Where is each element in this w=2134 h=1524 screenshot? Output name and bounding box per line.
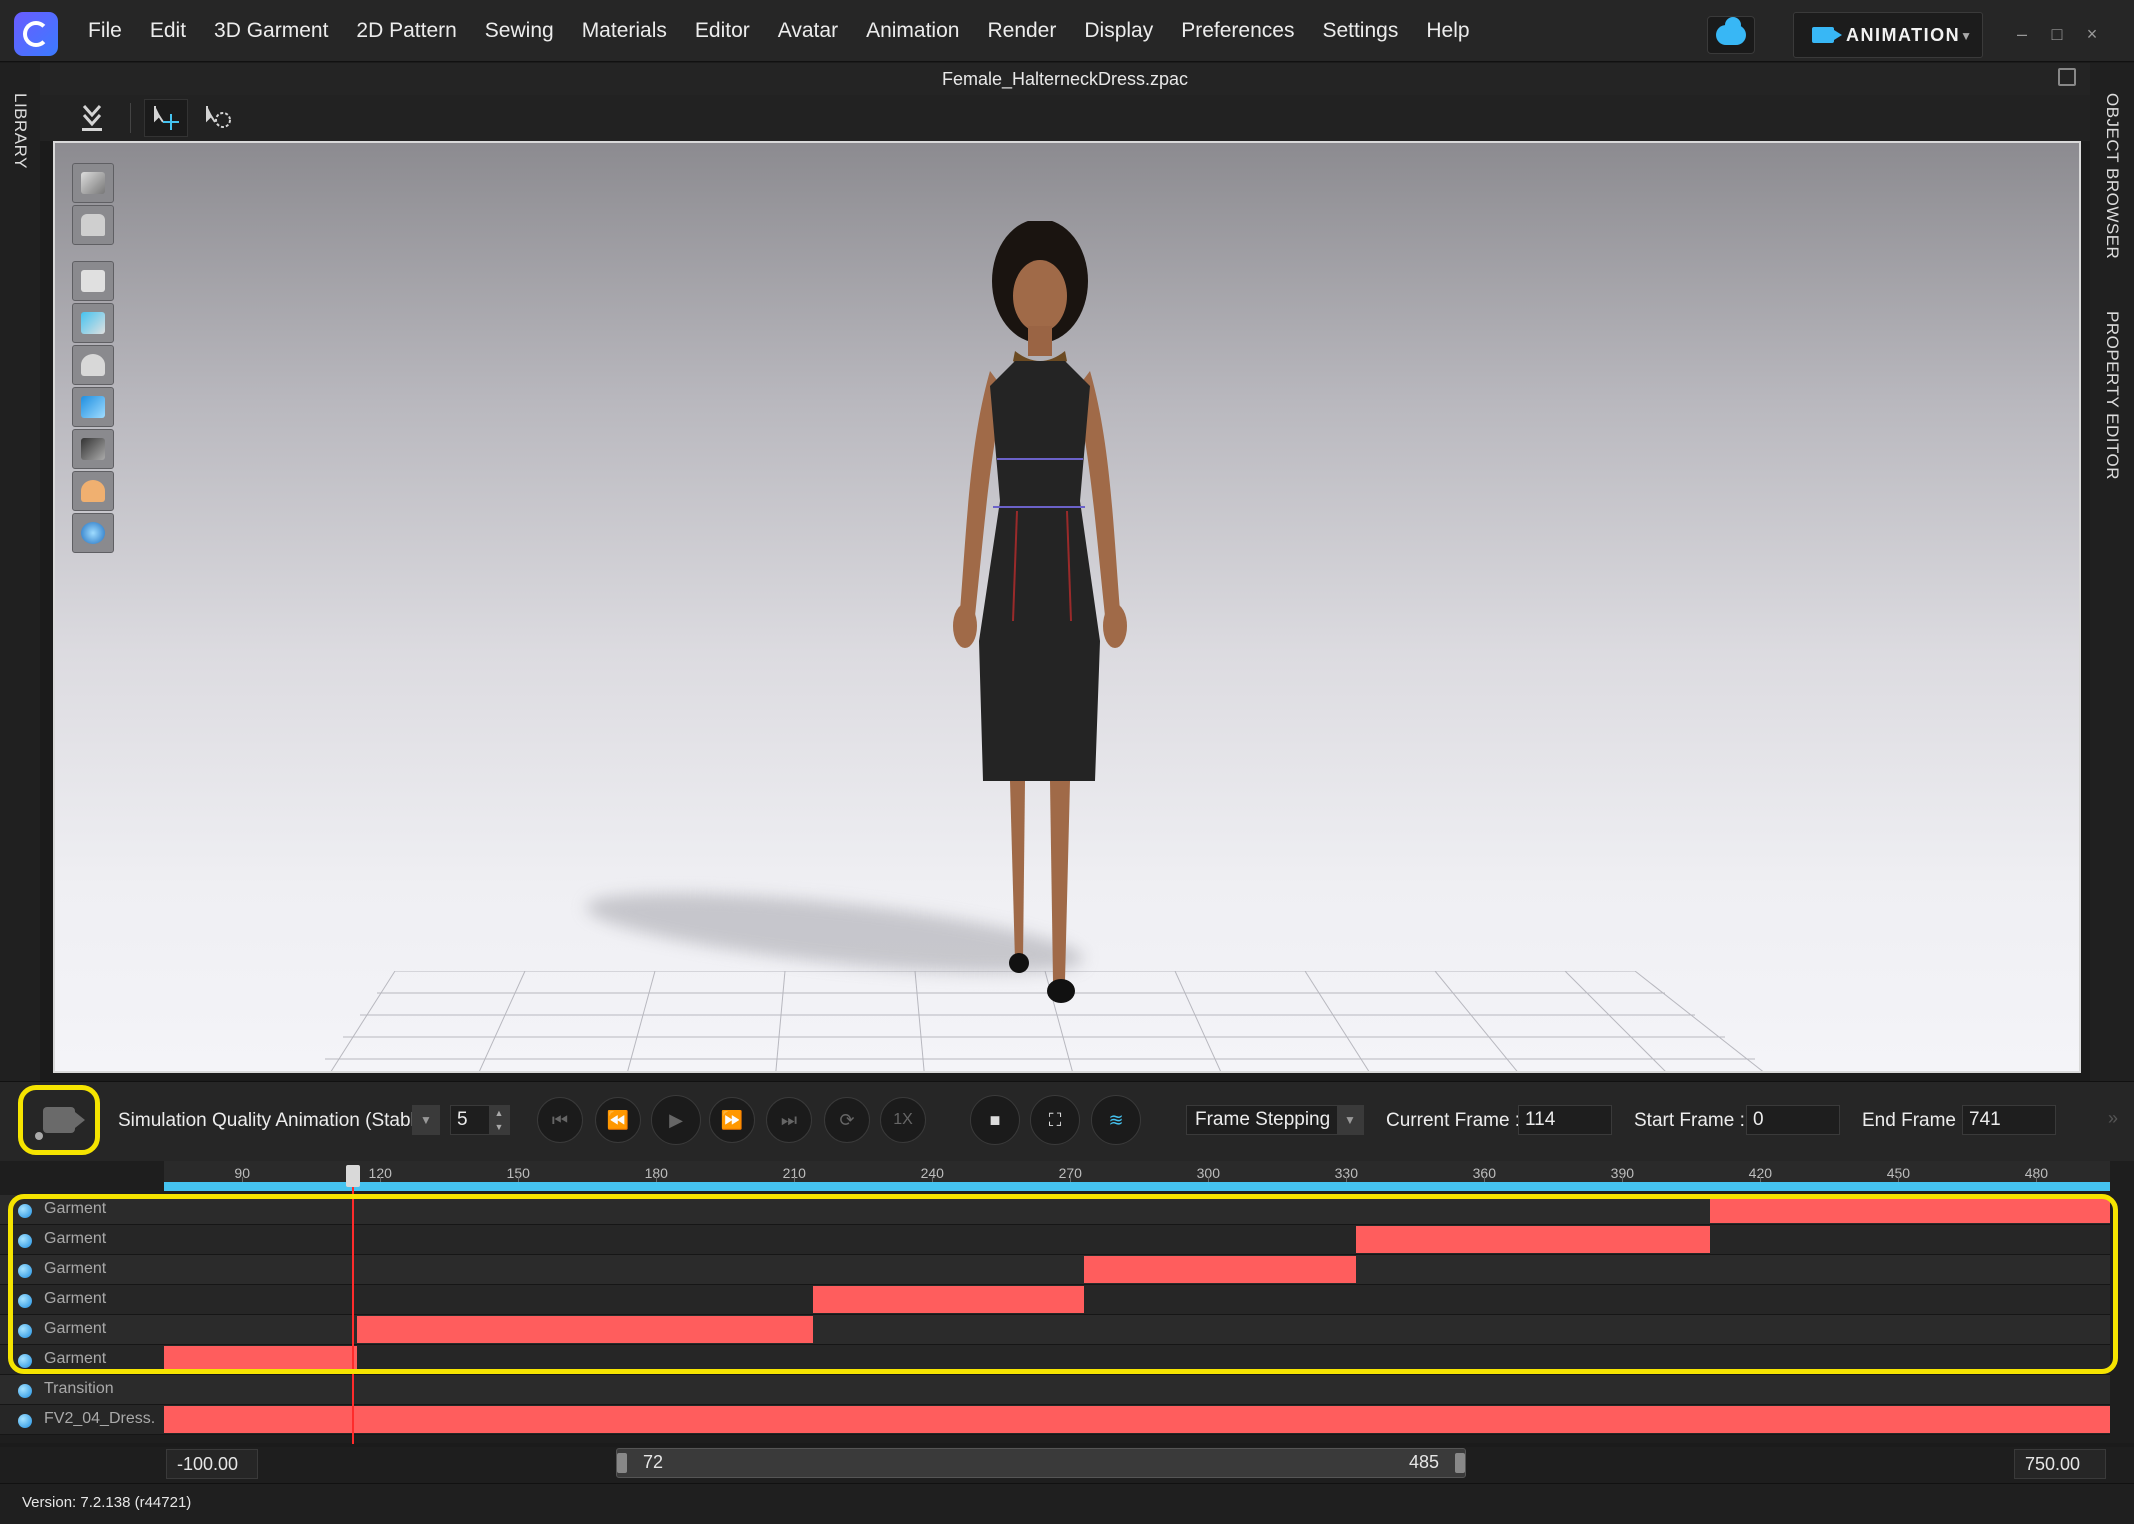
track-name: FV2_04_Dress. [44, 1410, 156, 1427]
start-frame-input[interactable]: 0 [1746, 1105, 1840, 1135]
record-button[interactable] [18, 1085, 100, 1155]
expand-window-icon[interactable] [2058, 68, 2076, 86]
menu-animation[interactable]: Animation [852, 0, 973, 62]
stepper-down-icon[interactable]: ▼ [489, 1120, 509, 1134]
file-title: Female_HalterneckDress.zpac [40, 63, 2090, 95]
3d-viewport[interactable] [53, 141, 2081, 1073]
version-text: Version: 7.2.138 (r44721) [22, 1494, 192, 1511]
current-frame-label: Current Frame : [1386, 1110, 1521, 1131]
show-pattern-icon[interactable] [72, 303, 114, 343]
skip-to-start-button[interactable]: ⏮ [537, 1097, 583, 1143]
maximize-button[interactable]: □ [2045, 22, 2069, 46]
menu-materials[interactable]: Materials [568, 0, 681, 62]
zoom-start-value: 72 [643, 1452, 664, 1472]
play-button[interactable]: ▶ [651, 1095, 701, 1145]
skip-to-end-button[interactable]: ⏭ [766, 1097, 812, 1143]
motion-trail-icon[interactable]: ≋ [1091, 1095, 1141, 1145]
video-camera-icon [1812, 27, 1842, 43]
record-camera-icon [43, 1107, 85, 1133]
download-arrow-icon[interactable] [70, 99, 114, 137]
menu-edit[interactable]: Edit [136, 0, 200, 62]
sim-quality-dropdown[interactable]: ▼ [412, 1105, 440, 1135]
zoom-end-value: 485 [1408, 1452, 1439, 1472]
mode-label: ANIMATION [1846, 24, 1961, 45]
frame-mode-dropdown[interactable]: Frame Stepping ▼ [1186, 1105, 1364, 1135]
show-garment-icon[interactable] [72, 261, 114, 301]
left-panel-strip: LIBRARY [0, 63, 40, 1081]
camera-record-icon[interactable]: ■ [970, 1095, 1020, 1145]
frame-mode-value: Frame Stepping [1195, 1109, 1331, 1130]
menu-avatar[interactable]: Avatar [764, 0, 852, 62]
viewport-toolbar [40, 95, 2090, 141]
playback-speed-button[interactable]: 1X [880, 1097, 926, 1143]
menu-help[interactable]: Help [1412, 0, 1483, 62]
end-frame-label: End Frame : [1862, 1110, 1967, 1131]
sim-quality-stepper[interactable]: 5 ▲ ▼ [450, 1105, 510, 1135]
next-frame-button[interactable]: ⏩ [709, 1097, 755, 1143]
menu-file[interactable]: File [74, 0, 136, 62]
collapse-panel-icon[interactable]: » [2108, 1108, 2118, 1129]
menu-display[interactable]: Display [1070, 0, 1167, 62]
chevron-down-icon: ▼ [413, 1106, 439, 1134]
texture-icon[interactable] [72, 387, 114, 427]
range-min-input[interactable]: -100.00 [166, 1449, 258, 1479]
track-name: Transition [44, 1380, 114, 1397]
highlight-annotation [8, 1194, 2118, 1374]
track-visibility-icon[interactable] [18, 1384, 32, 1398]
chevron-down-icon: ▼ [1337, 1106, 1363, 1134]
playhead-handle[interactable] [345, 1165, 360, 1187]
menu-items: File Edit 3D Garment 2D Pattern Sewing M… [74, 0, 1484, 62]
range-max-input[interactable]: 750.00 [2014, 1449, 2106, 1479]
menu-sewing[interactable]: Sewing [471, 0, 568, 62]
capture-frame-icon[interactable]: ⛶ [1030, 1095, 1080, 1145]
timeline-zoom-slider[interactable]: 72 485 [616, 1448, 1466, 1478]
menu-bar: File Edit 3D Garment 2D Pattern Sewing M… [0, 0, 2134, 62]
show-avatar-icon[interactable] [72, 345, 114, 385]
cloud-button[interactable] [1707, 16, 1755, 54]
cube-icon[interactable] [72, 163, 114, 203]
animation-clip[interactable] [164, 1406, 2110, 1433]
track-row[interactable]: FV2_04_Dress. [0, 1405, 2110, 1435]
transform-pattern-icon[interactable] [196, 99, 240, 137]
right-panel-strip: OBJECT BROWSER PROPERTY EDITOR [2090, 63, 2134, 1081]
tab-library[interactable]: LIBRARY [10, 93, 30, 169]
app-logo-icon[interactable] [14, 12, 58, 56]
zoom-start-handle[interactable] [617, 1453, 627, 1473]
select-move-icon[interactable] [144, 99, 188, 137]
menu-3d-garment[interactable]: 3D Garment [200, 0, 342, 62]
avatar-skin-icon[interactable] [72, 471, 114, 511]
chevron-down-icon: ▼ [1960, 29, 1972, 43]
start-frame-label: Start Frame : [1634, 1110, 1745, 1131]
menu-settings[interactable]: Settings [1308, 0, 1412, 62]
tab-object-browser[interactable]: OBJECT BROWSER [2102, 93, 2122, 259]
menu-editor[interactable]: Editor [681, 0, 764, 62]
menu-render[interactable]: Render [973, 0, 1070, 62]
cloud-icon [1716, 17, 1746, 45]
sim-quality-label: Simulation Quality Animation (Stable [118, 1110, 426, 1131]
status-bar: Version: 7.2.138 (r44721) [0, 1483, 2134, 1524]
stepper-up-icon[interactable]: ▲ [489, 1106, 509, 1120]
avatar-figure[interactable] [875, 221, 1195, 1021]
zoom-end-handle[interactable] [1455, 1453, 1465, 1473]
menu-preferences[interactable]: Preferences [1167, 0, 1308, 62]
minimize-button[interactable]: – [2010, 22, 2034, 46]
tab-property-editor[interactable]: PROPERTY EDITOR [2102, 311, 2122, 480]
menu-2d-pattern[interactable]: 2D Pattern [342, 0, 470, 62]
garment-icon[interactable] [72, 205, 114, 245]
current-frame-input[interactable]: 114 [1518, 1105, 1612, 1135]
track-visibility-icon[interactable] [18, 1414, 32, 1428]
track-row[interactable]: Transition [0, 1375, 2110, 1405]
loop-button[interactable]: ⟳ [824, 1097, 870, 1143]
mode-switch-dropdown[interactable]: ANIMATION ▼ [1793, 12, 1983, 58]
previous-frame-button[interactable]: ⏪ [595, 1097, 641, 1143]
close-button[interactable]: × [2080, 22, 2104, 46]
sim-quality-value: 5 [457, 1109, 468, 1130]
end-frame-input[interactable]: 741 [1962, 1105, 2056, 1135]
timeline-range-bar[interactable] [164, 1182, 2110, 1191]
globe-icon[interactable] [72, 513, 114, 553]
shading-icon[interactable] [72, 429, 114, 469]
